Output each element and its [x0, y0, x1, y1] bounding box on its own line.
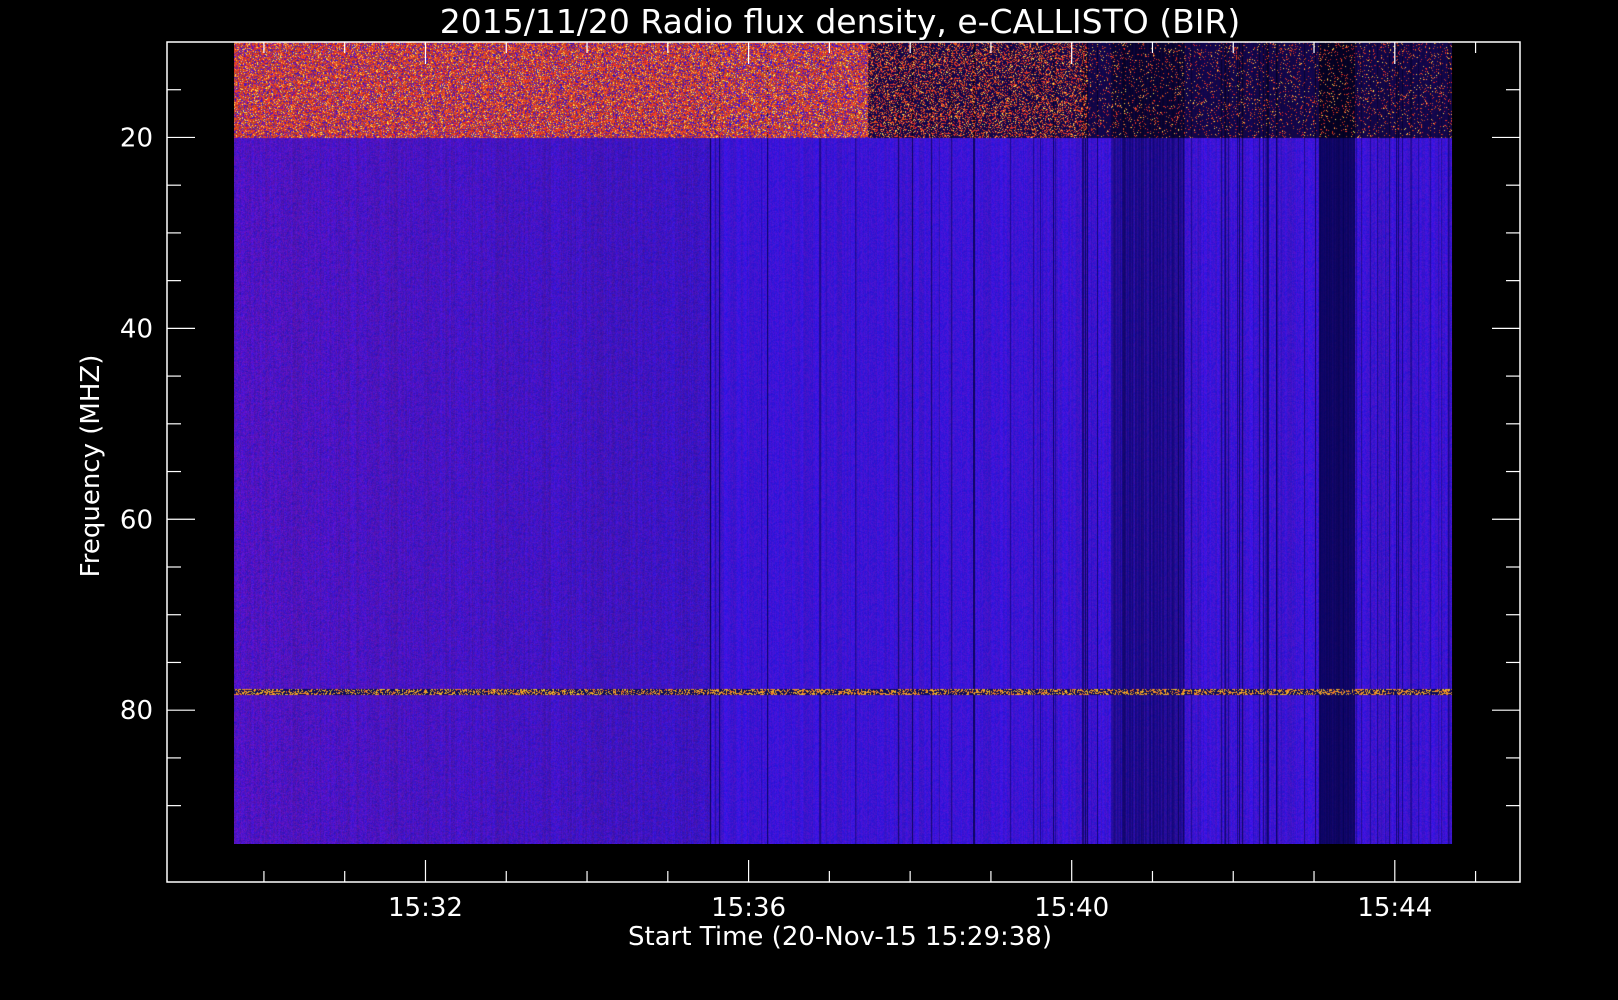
y-axis-label: Frequency (MHZ) [76, 355, 106, 578]
x-tick-label: 15:32 [388, 893, 463, 923]
chart-title: 2015/11/20 Radio flux density, e-CALLIST… [440, 2, 1241, 41]
y-tick-label: 80 [120, 696, 153, 726]
y-tick-label: 40 [120, 314, 153, 344]
spectrogram-chart: 2015/11/20 Radio flux density, e-CALLIST… [76, 2, 1521, 952]
y-tick-label: 20 [120, 123, 153, 153]
x-tick-label: 15:36 [711, 893, 786, 923]
spectrogram-image [234, 42, 1453, 844]
y-tick-label: 60 [120, 505, 153, 535]
x-tick-label: 15:44 [1357, 893, 1432, 923]
spectrogram-heatmap [234, 42, 1453, 844]
x-axis-label: Start Time (20-Nov-15 15:29:38) [628, 922, 1052, 952]
x-tick-label: 15:40 [1034, 893, 1109, 923]
